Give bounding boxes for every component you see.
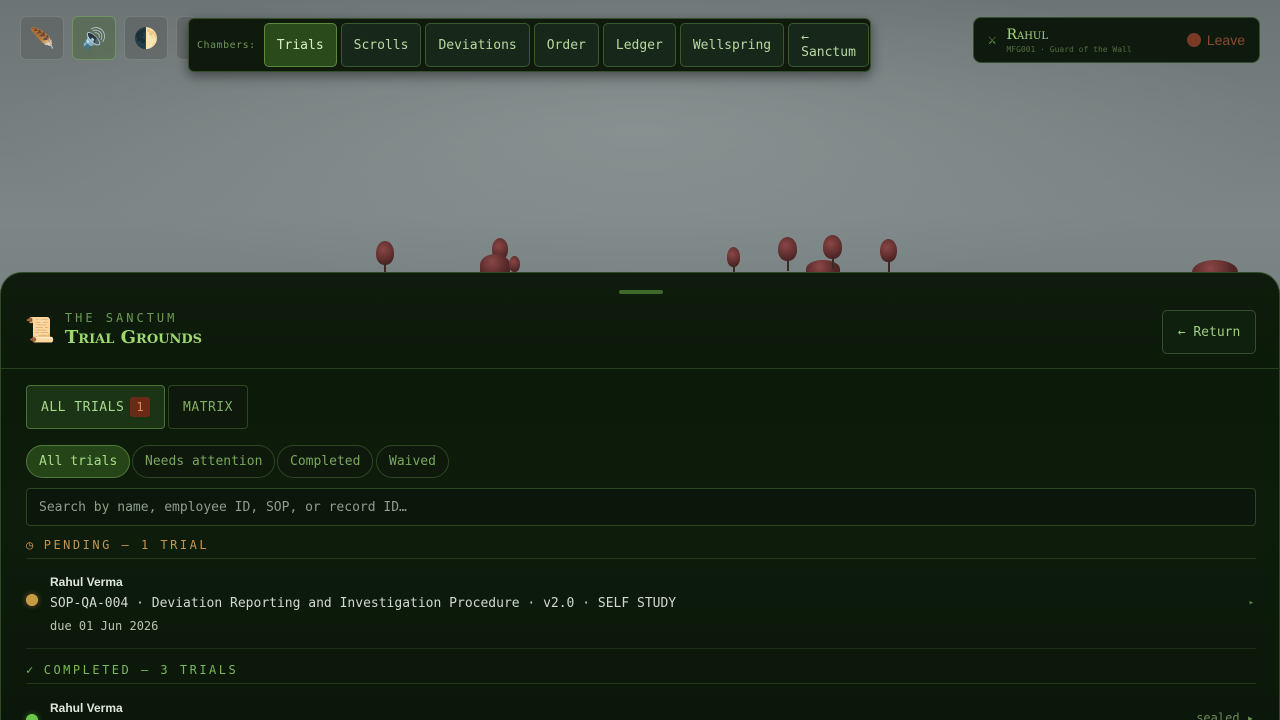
chambers-nav: Chambers: Trials Scrolls Deviations Orde… [188,18,871,72]
table-row[interactable]: Rahul Verma SOP-QA-004 · Deviation Repor… [26,569,1256,649]
trial-grounds-panel: 📜 THE SANCTUM Trial Grounds ← Return ALL… [0,272,1280,720]
quill-button[interactable]: 🪶 [20,16,64,60]
quill-icon: 🪶 [29,26,55,50]
search-input[interactable] [39,499,1243,515]
completed-section-header: ✓ COMPLETED — 3 TRIALS [26,663,1256,684]
return-button[interactable]: ← Return [1162,310,1256,354]
check-icon: ✓ [26,663,36,677]
speaker-icon: 🔊 [81,26,107,50]
user-subtitle: MFG001 · Guard of the Wall [1006,44,1132,54]
tree-decoration [376,241,394,273]
row-due-date: due 01 Jun 2026 [50,619,159,633]
theme-toggle-button[interactable]: 🌓 [124,16,168,60]
tree-decoration [480,254,510,276]
pending-section-header: ◷ PENDING — 1 TRIAL [26,538,1256,559]
count-badge: 1 [130,397,151,417]
clock-icon: ◷ [26,538,36,552]
user-badge: ⚔ Rahul MFG001 · Guard of the Wall Leave [973,17,1260,63]
filter-all-trials[interactable]: All trials [26,445,131,478]
scroll-icon: 📜 [25,315,55,344]
panel-header: 📜 THE SANCTUM Trial Grounds [25,311,202,348]
pending-section-label: PENDING — 1 TRIAL [43,538,210,552]
drag-handle[interactable] [619,290,663,294]
user-name: Rahul [1006,26,1048,43]
completed-status-dot [26,714,38,720]
chamber-order[interactable]: Order [533,23,599,67]
moon-icon: 🌓 [133,26,159,50]
tab-all-trials-label: ALL TRIALS [41,399,125,415]
leave-dot-icon [1186,33,1201,47]
row-name: Rahul Verma [50,575,123,589]
pending-status-dot [26,594,38,606]
chambers-label: Chambers: [197,39,256,51]
tree-decoration [823,235,843,269]
page-title: Trial Grounds [64,327,203,348]
row-detail: SOP-QA-004 · Deviation Reporting and Inv… [50,596,677,611]
search-box [26,488,1256,526]
chamber-sanctum[interactable]: ← Sanctum [788,23,869,67]
tab-all-trials[interactable]: ALL TRIALS 1 [26,385,166,429]
header-divider [1,368,1280,369]
chevron-right-icon: ▸ [1248,598,1254,608]
filter-waived[interactable]: Waived [376,445,449,478]
panel-eyebrow: THE SANCTUM [64,311,178,325]
leave-label: Leave [1206,32,1245,48]
completed-section-label: COMPLETED — 3 TRIALS [43,663,239,677]
tab-matrix-label: MATRIX [183,399,233,415]
tree-decoration [778,237,798,271]
chamber-deviations[interactable]: Deviations [425,23,530,67]
chamber-wellspring[interactable]: Wellspring [679,23,785,67]
sound-toggle-button[interactable]: 🔊 [72,16,116,60]
tree-decoration [727,247,741,273]
tree-decoration [880,239,898,273]
leave-button[interactable]: Leave [1186,32,1245,48]
chamber-scrolls[interactable]: Scrolls [340,23,422,67]
tab-matrix[interactable]: MATRIX [168,385,248,429]
filter-needs-attention[interactable]: Needs attention [132,445,276,478]
chamber-trials[interactable]: Trials [263,23,337,67]
filter-completed[interactable]: Completed [277,445,374,478]
sealed-status[interactable]: sealed ▸ [1196,711,1254,720]
crossed-swords-icon: ⚔ [988,32,997,48]
chamber-ledger[interactable]: Ledger [602,23,676,67]
row-name: Rahul Verma [50,701,123,715]
